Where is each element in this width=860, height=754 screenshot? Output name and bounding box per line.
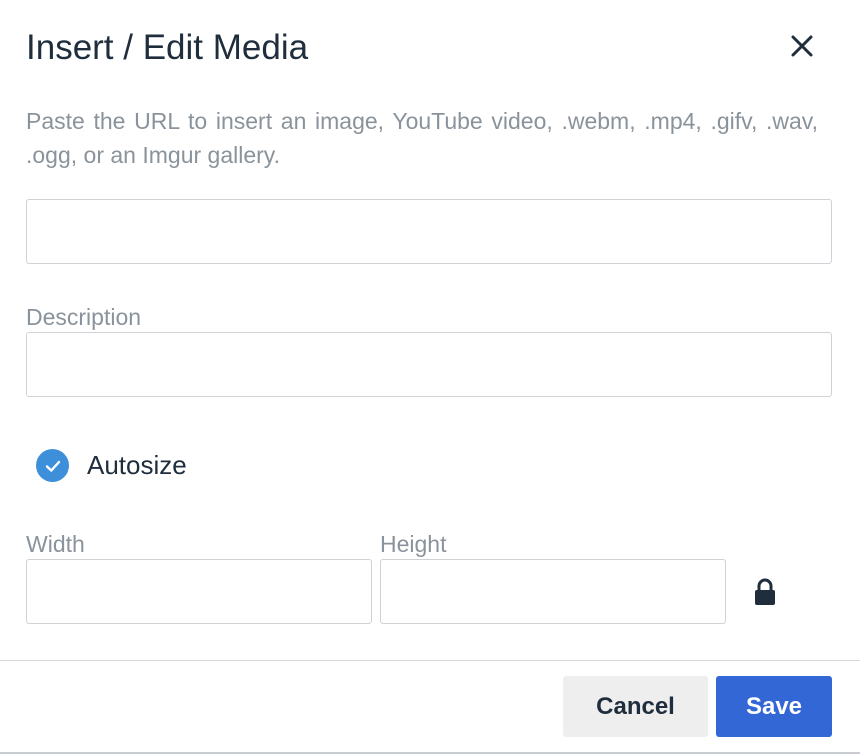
save-button[interactable]: Save	[716, 676, 832, 737]
autosize-toggle[interactable]: Autosize	[36, 449, 187, 482]
aspect-ratio-lock-button[interactable]	[751, 576, 779, 608]
close-button[interactable]	[786, 30, 818, 62]
url-input[interactable]	[26, 199, 832, 264]
help-text: Paste the URL to insert an image, YouTub…	[26, 108, 818, 168]
insert-edit-media-dialog: Insert / Edit Media Paste the URL to ins…	[0, 0, 860, 754]
lock-icon	[755, 578, 775, 605]
autosize-checkbox[interactable]	[36, 449, 69, 482]
close-icon	[791, 35, 813, 57]
description-input[interactable]	[26, 332, 832, 397]
description-label: Description	[26, 304, 142, 330]
height-input[interactable]	[380, 559, 726, 624]
dialog-title: Insert / Edit Media	[26, 28, 309, 67]
cancel-button[interactable]: Cancel	[563, 676, 708, 737]
width-label: Width	[26, 531, 85, 557]
autosize-label: Autosize	[87, 450, 187, 480]
width-input[interactable]	[26, 559, 372, 624]
check-icon	[45, 460, 60, 472]
footer-divider	[0, 660, 860, 661]
height-label: Height	[380, 531, 447, 557]
